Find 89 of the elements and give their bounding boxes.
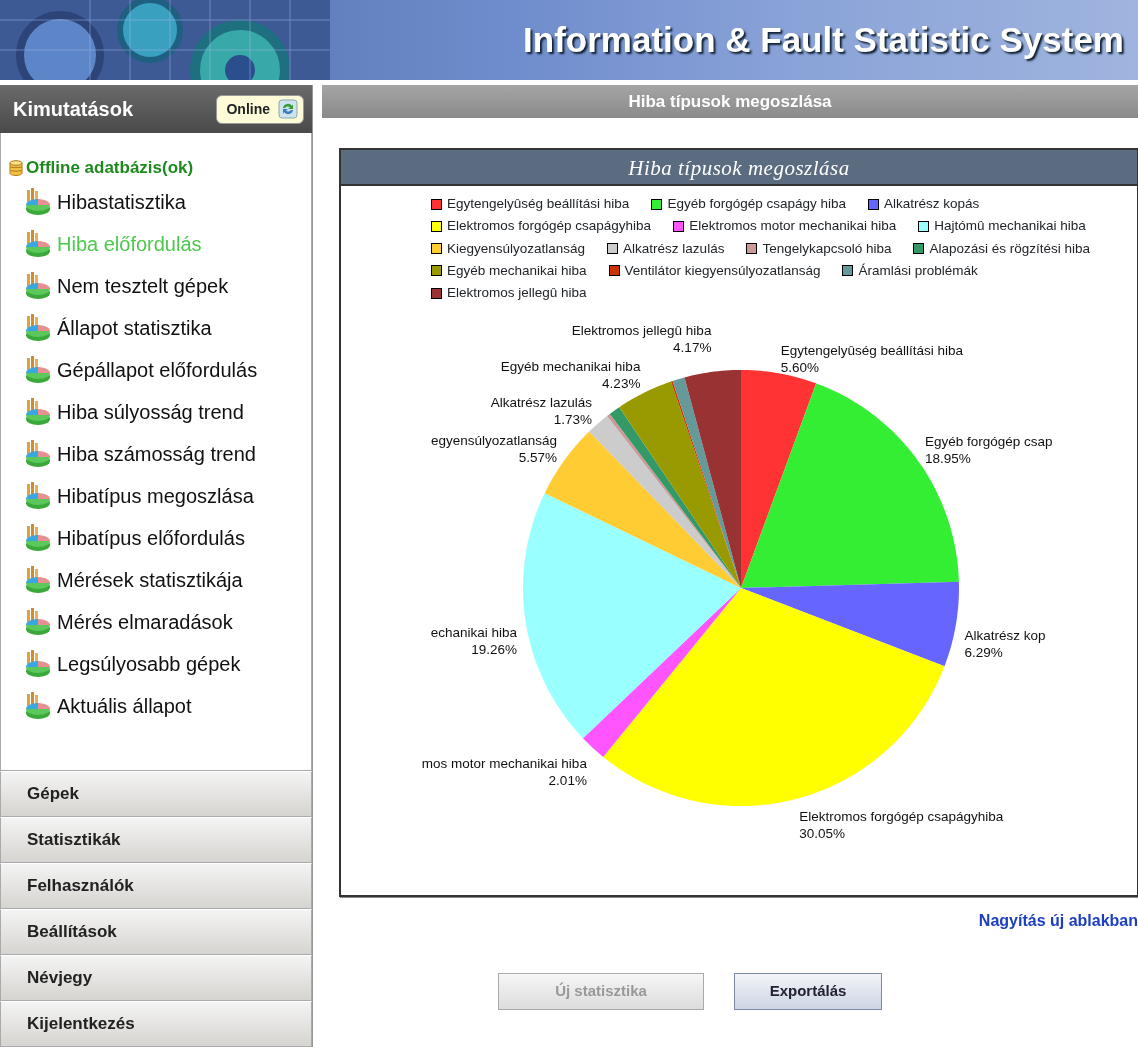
tree-item[interactable]: Hibastatisztika: [23, 180, 311, 223]
slice-label: Egyéb forgógép csap: [925, 433, 1053, 449]
tree-item[interactable]: Nem tesztelt gépek: [23, 264, 311, 307]
legend-swatch: [746, 243, 758, 255]
slice-percentage: 2.01%: [548, 773, 587, 789]
slice-percentage: 4.17%: [673, 340, 712, 356]
legend-swatch: [431, 287, 442, 299]
section-header[interactable]: Névjegy: [0, 955, 312, 1001]
legend-label: Tengelykapcsoló hiba: [762, 239, 892, 258]
legend-label: Alkatrész kopás: [884, 195, 980, 213]
legend-swatch: [673, 220, 685, 232]
legend-swatch: [913, 243, 925, 255]
slice-label: egyensúlyozatlanság: [431, 433, 558, 449]
legend-swatch: [431, 220, 442, 232]
slice-percentage: 30.05%: [799, 826, 845, 842]
legend-label: Elektromos forgógép csapágyhiba: [447, 217, 652, 236]
legend-swatch: [868, 198, 880, 210]
legend-label: Kiegyensúlyozatlanság: [447, 239, 586, 258]
legend-label: Egyéb forgógép csapágy hiba: [667, 195, 847, 213]
chart-icon: [23, 186, 53, 217]
legend-label: Áramlási problémák: [858, 261, 978, 280]
chart-icon: [23, 312, 53, 343]
sidebar-title: Kimutatások: [13, 97, 134, 122]
legend-label: Elektromos jellegû hiba: [447, 284, 587, 302]
legend-swatch: [651, 198, 663, 210]
legend-label: Egytengelyûség beállítási hiba: [447, 195, 630, 213]
chart-icon: [23, 648, 53, 679]
tree-item[interactable]: Hiba súlyosság trend: [23, 390, 311, 433]
section-header[interactable]: Gépek: [0, 771, 312, 817]
tree-item[interactable]: Aktuális állapot: [23, 684, 311, 727]
legend-swatch: [431, 198, 442, 210]
tree-node[interactable]: Offline adatbázis(ok): [9, 155, 311, 181]
tree-item[interactable]: Hibatípus előfordulás: [23, 516, 311, 559]
slice-percentage: 19.26%: [471, 642, 517, 658]
chart-icon: [23, 480, 53, 511]
legend-swatch: [842, 265, 854, 277]
page-header: Hiba típusok megoszlása: [322, 85, 1138, 118]
legend-label: Alapozási és rögzítési hiba: [929, 239, 1091, 258]
slice-percentage: 1.73%: [553, 412, 593, 428]
slice-label: Elektromos jellegû hiba: [571, 323, 712, 339]
slice-label: Alkatrész kop: [964, 628, 1046, 644]
chart-icon: [23, 354, 53, 385]
tree-item[interactable]: Mérés elmaradások: [23, 600, 311, 643]
chart-icon: [23, 522, 53, 553]
legend-swatch: [431, 243, 442, 255]
app-title: Information & Fault Statistic System: [523, 18, 1125, 61]
slice-label: Egyéb mechanikai hiba: [500, 359, 641, 375]
slice-label: Alkatrész lazulás: [490, 395, 593, 411]
legend-swatch: [431, 265, 442, 277]
tree-item[interactable]: Állapot statisztika: [23, 306, 311, 349]
section-header[interactable]: Felhasználók: [0, 863, 312, 909]
online-button[interactable]: Online: [216, 94, 304, 124]
slice-label: Egytengelyûség beállítási hiba: [780, 343, 964, 359]
section-header[interactable]: Kijelentkezés: [0, 1001, 312, 1047]
chart-icon: [23, 606, 53, 637]
legend-label: Egyéb mechanikai hiba: [447, 261, 587, 280]
legend-swatch: [607, 243, 619, 255]
tree-item[interactable]: Legsúlyosabb gépek: [23, 642, 311, 685]
slice-percentage: 5.57%: [518, 450, 558, 466]
legend-swatch: [918, 220, 930, 232]
chart-title: Hiba típusok megoszlása: [341, 150, 1137, 186]
legend-label: Elektromos motor mechanikai hiba: [689, 217, 897, 236]
tree-item[interactable]: Mérések statisztikája: [23, 558, 311, 601]
slice-percentage: 18.95%: [925, 450, 971, 466]
slice-label: echanikai hiba: [430, 625, 517, 641]
tree-item[interactable]: Hiba számosság trend: [23, 432, 311, 475]
legend-swatch: [608, 265, 620, 277]
section-header[interactable]: Beállítások: [0, 909, 312, 955]
zoom-link[interactable]: Nagyítás új ablakban: [978, 912, 1138, 930]
legend-label: Hajtómû mechanikai hiba: [934, 217, 1086, 236]
chart-icon: [23, 228, 53, 259]
legend-label: Ventilátor kiegyensúlyozatlanság: [624, 261, 821, 280]
tree-item[interactable]: Gépállapot előfordulás: [23, 348, 311, 391]
section-header[interactable]: Statisztikák: [0, 817, 312, 863]
chart-icon: [23, 690, 53, 721]
database-icon: [9, 159, 23, 176]
chart-icon: [23, 270, 53, 301]
slice-percentage: 4.23%: [602, 376, 641, 392]
slice-percentage: 5.60%: [780, 360, 819, 376]
tree-item[interactable]: Hibatípus megoszlása: [23, 474, 311, 517]
chart-icon: [23, 438, 53, 469]
legend-label: Alkatrész lazulás: [623, 239, 725, 258]
chart-icon: [23, 396, 53, 427]
slice-label: mos motor mechanikai hiba: [421, 756, 587, 772]
slice-percentage: 6.29%: [964, 645, 1003, 661]
slice-label: Elektromos forgógép csapágyhiba: [799, 809, 1004, 825]
chart-icon: [23, 564, 53, 595]
refresh-icon: [278, 99, 298, 119]
action-button[interactable]: Exportálás: [734, 973, 882, 1010]
